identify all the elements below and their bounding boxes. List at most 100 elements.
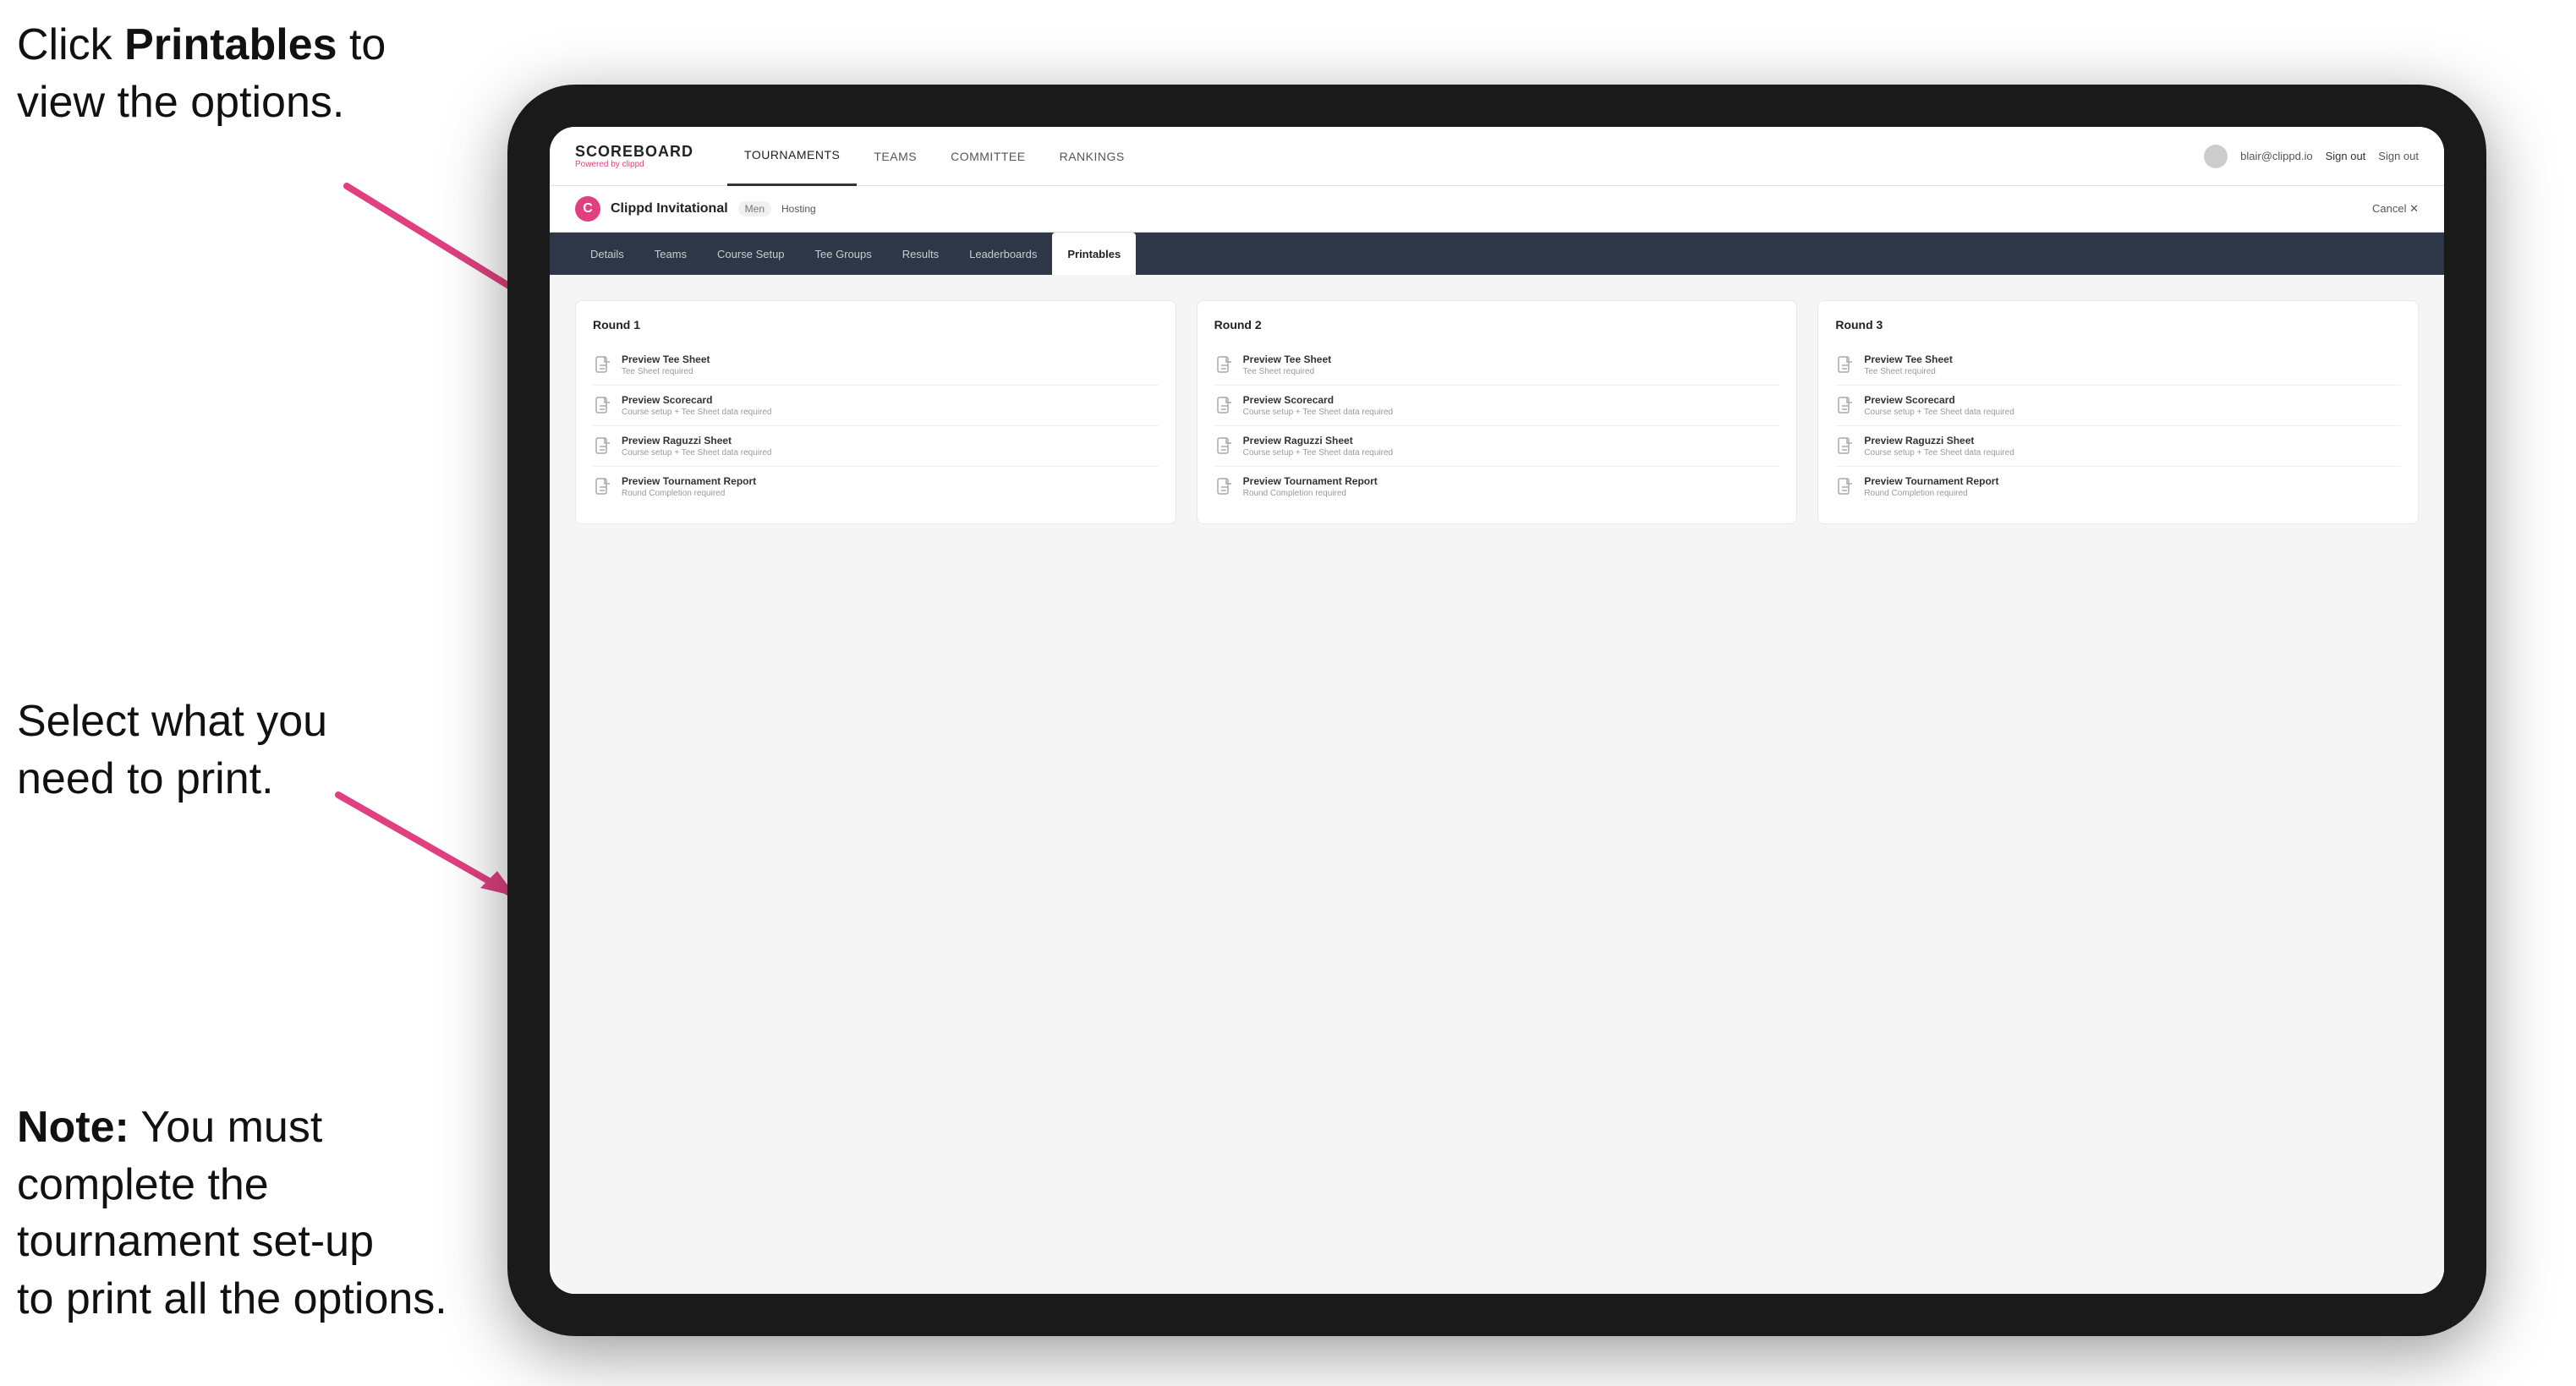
print-item-subtitle-2-1: Tee Sheet required xyxy=(1243,367,1332,376)
nav-item-teams[interactable]: TEAMS xyxy=(857,127,934,186)
print-item-title-2-2: Preview Scorecard xyxy=(1243,394,1393,406)
file-icon xyxy=(1214,436,1235,457)
round-section-3: Round 3 Preview Tee Sheet Tee Sheet requi… xyxy=(1817,300,2419,524)
tab-leaderboards[interactable]: Leaderboards xyxy=(954,233,1052,275)
tab-printables[interactable]: Printables xyxy=(1052,233,1136,275)
print-item-text-2-2: Preview Scorecard Course setup + Tee Shee… xyxy=(1243,394,1393,417)
print-item-text-3-3: Preview Raguzzi Sheet Course setup + Tee … xyxy=(1864,435,2014,457)
print-item-subtitle-2-4: Round Completion required xyxy=(1243,489,1378,498)
tournament-title-row: C Clippd Invitational Men Hosting xyxy=(575,196,816,222)
top-nav: SCOREBOARD Powered by clippd TOURNAMENTS… xyxy=(550,127,2444,186)
tournament-header: C Clippd Invitational Men Hosting Cancel… xyxy=(550,186,2444,233)
main-content: Round 1 Preview Tee Sheet Tee Sheet requi… xyxy=(550,275,2444,1294)
annotation-printables-bold: Printables xyxy=(124,20,337,69)
tournament-badge: Men xyxy=(738,201,771,216)
tab-teams[interactable]: Teams xyxy=(639,233,702,275)
file-icon xyxy=(1214,396,1235,416)
file-icon xyxy=(1214,477,1235,497)
sub-nav: Details Teams Course Setup Tee Groups Re… xyxy=(550,233,2444,275)
print-item-subtitle-3-3: Course setup + Tee Sheet data required xyxy=(1864,448,2014,457)
print-item-text-3-4: Preview Tournament Report Round Completio… xyxy=(1864,475,1998,498)
brand-subtitle: Powered by clippd xyxy=(575,161,693,169)
tab-details[interactable]: Details xyxy=(575,233,639,275)
round-title-3: Round 3 xyxy=(1835,318,2401,331)
tournament-status: Hosting xyxy=(781,203,816,215)
print-item-text-2-4: Preview Tournament Report Round Completio… xyxy=(1243,475,1378,498)
nav-item-tournaments[interactable]: TOURNAMENTS xyxy=(727,127,857,186)
print-item-text-1-3: Preview Raguzzi Sheet Course setup + Tee … xyxy=(622,435,771,457)
print-item-subtitle-2-2: Course setup + Tee Sheet data required xyxy=(1243,408,1393,417)
tab-course-setup[interactable]: Course Setup xyxy=(702,233,800,275)
sign-out-btn[interactable]: Sign out xyxy=(2378,150,2419,162)
print-item-text-3-2: Preview Scorecard Course setup + Tee Shee… xyxy=(1864,394,2014,417)
print-item-subtitle-1-3: Course setup + Tee Sheet data required xyxy=(622,448,771,457)
print-item-1-2[interactable]: Preview Scorecard Course setup + Tee Shee… xyxy=(593,386,1159,426)
print-item-2-2[interactable]: Preview Scorecard Course setup + Tee Shee… xyxy=(1214,386,1780,426)
annotation-bottom: Note: You mustcomplete thetournament set… xyxy=(17,1099,447,1328)
file-icon xyxy=(1835,355,1855,375)
print-item-text-1-2: Preview Scorecard Course setup + Tee Shee… xyxy=(622,394,771,417)
tournament-name: Clippd Invitational xyxy=(611,201,728,216)
round-section-1: Round 1 Preview Tee Sheet Tee Sheet requi… xyxy=(575,300,1176,524)
tablet-frame: SCOREBOARD Powered by clippd TOURNAMENTS… xyxy=(507,85,2486,1336)
print-item-title-3-3: Preview Raguzzi Sheet xyxy=(1864,435,2014,446)
round-section-2: Round 2 Preview Tee Sheet Tee Sheet requi… xyxy=(1197,300,1798,524)
print-item-text-1-4: Preview Tournament Report Round Completio… xyxy=(622,475,756,498)
print-item-title-1-1: Preview Tee Sheet xyxy=(622,353,710,365)
user-avatar xyxy=(2204,145,2228,168)
file-icon xyxy=(593,477,613,497)
annotation-top: Click Printables toview the options. xyxy=(17,17,386,131)
brand: SCOREBOARD Powered by clippd xyxy=(575,144,693,169)
file-icon xyxy=(593,436,613,457)
main-nav: TOURNAMENTS TEAMS COMMITTEE RANKINGS xyxy=(727,127,2204,186)
print-item-2-3[interactable]: Preview Raguzzi Sheet Course setup + Tee … xyxy=(1214,426,1780,467)
print-item-3-4[interactable]: Preview Tournament Report Round Completio… xyxy=(1835,467,2401,507)
file-icon xyxy=(593,396,613,416)
print-item-title-1-2: Preview Scorecard xyxy=(622,394,771,406)
nav-item-committee[interactable]: COMMITTEE xyxy=(934,127,1043,186)
print-item-subtitle-1-4: Round Completion required xyxy=(622,489,756,498)
print-item-3-2[interactable]: Preview Scorecard Course setup + Tee Shee… xyxy=(1835,386,2401,426)
top-nav-right: blair@clippd.io Sign out Sign out xyxy=(2204,145,2419,168)
file-icon xyxy=(1835,477,1855,497)
print-item-3-1[interactable]: Preview Tee Sheet Tee Sheet required xyxy=(1835,345,2401,386)
tab-tee-groups[interactable]: Tee Groups xyxy=(800,233,887,275)
tab-results[interactable]: Results xyxy=(887,233,954,275)
file-icon xyxy=(1835,436,1855,457)
print-item-title-2-1: Preview Tee Sheet xyxy=(1243,353,1332,365)
print-item-2-4[interactable]: Preview Tournament Report Round Completio… xyxy=(1214,467,1780,507)
print-item-title-3-2: Preview Scorecard xyxy=(1864,394,2014,406)
print-item-1-4[interactable]: Preview Tournament Report Round Completio… xyxy=(593,467,1159,507)
print-item-subtitle-3-1: Tee Sheet required xyxy=(1864,367,1953,376)
cancel-button[interactable]: Cancel ✕ xyxy=(2372,202,2419,216)
print-item-1-3[interactable]: Preview Raguzzi Sheet Course setup + Tee … xyxy=(593,426,1159,467)
print-item-3-3[interactable]: Preview Raguzzi Sheet Course setup + Tee … xyxy=(1835,426,2401,467)
print-item-title-1-3: Preview Raguzzi Sheet xyxy=(622,435,771,446)
round-title-1: Round 1 xyxy=(593,318,1159,331)
print-item-title-3-1: Preview Tee Sheet xyxy=(1864,353,1953,365)
brand-title: SCOREBOARD xyxy=(575,144,693,159)
nav-item-rankings[interactable]: RANKINGS xyxy=(1043,127,1142,186)
annotation-middle: Select what youneed to print. xyxy=(17,693,327,808)
print-item-title-1-4: Preview Tournament Report xyxy=(622,475,756,487)
file-icon xyxy=(1835,396,1855,416)
print-item-subtitle-3-4: Round Completion required xyxy=(1864,489,1998,498)
print-item-subtitle-2-3: Course setup + Tee Sheet data required xyxy=(1243,448,1393,457)
tablet-screen: SCOREBOARD Powered by clippd TOURNAMENTS… xyxy=(550,127,2444,1294)
print-item-subtitle-1-2: Course setup + Tee Sheet data required xyxy=(622,408,771,417)
print-item-text-2-1: Preview Tee Sheet Tee Sheet required xyxy=(1243,353,1332,376)
print-item-text-1-1: Preview Tee Sheet Tee Sheet required xyxy=(622,353,710,376)
print-item-title-2-3: Preview Raguzzi Sheet xyxy=(1243,435,1393,446)
print-item-subtitle-1-1: Tee Sheet required xyxy=(622,367,710,376)
round-title-2: Round 2 xyxy=(1214,318,1780,331)
print-item-title-3-4: Preview Tournament Report xyxy=(1864,475,1998,487)
print-item-text-2-3: Preview Raguzzi Sheet Course setup + Tee … xyxy=(1243,435,1393,457)
sign-out-link[interactable]: Sign out xyxy=(2326,150,2366,162)
file-icon xyxy=(1214,355,1235,375)
print-item-subtitle-3-2: Course setup + Tee Sheet data required xyxy=(1864,408,2014,417)
print-item-title-2-4: Preview Tournament Report xyxy=(1243,475,1378,487)
rounds-grid: Round 1 Preview Tee Sheet Tee Sheet requi… xyxy=(575,300,2419,524)
print-item-2-1[interactable]: Preview Tee Sheet Tee Sheet required xyxy=(1214,345,1780,386)
print-item-1-1[interactable]: Preview Tee Sheet Tee Sheet required xyxy=(593,345,1159,386)
tournament-logo: C xyxy=(575,196,600,222)
